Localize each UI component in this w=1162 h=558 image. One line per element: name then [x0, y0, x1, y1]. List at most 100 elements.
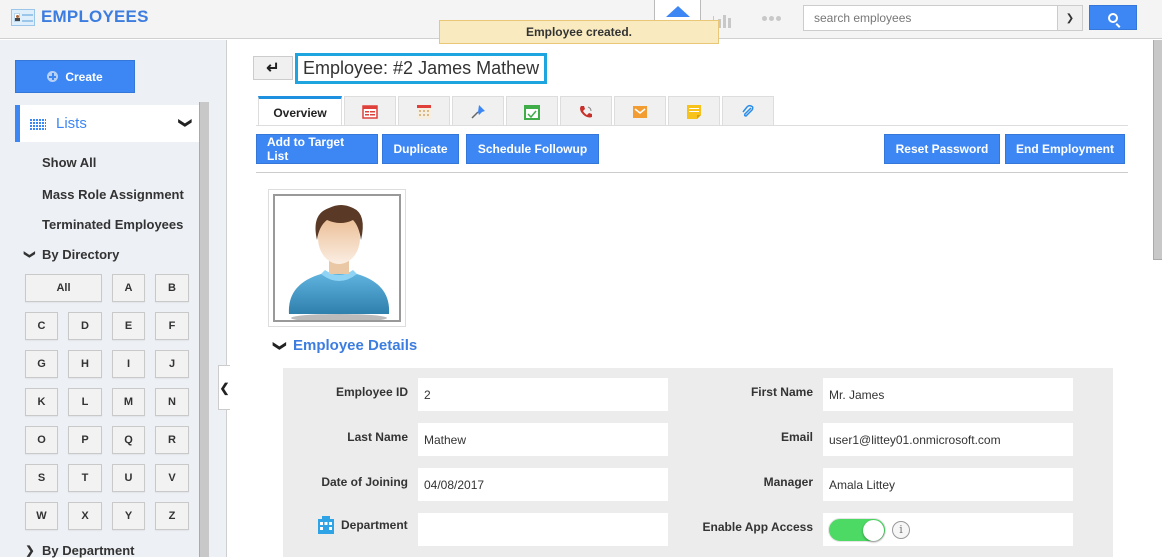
pin-icon: [471, 104, 485, 119]
directory-letter-j[interactable]: J: [155, 350, 189, 378]
directory-letter-k[interactable]: K: [25, 388, 58, 416]
plus-circle-icon: [47, 71, 59, 82]
chevron-down-icon: ❯: [23, 249, 36, 260]
back-arrow-icon: ↵: [266, 60, 280, 77]
sidebar: Create Lists ❯ Show All Mass Role Assign…: [0, 40, 227, 558]
attachment-icon: [742, 104, 754, 117]
home-icon: [665, 6, 690, 17]
tab-notes[interactable]: [668, 96, 720, 126]
tab-attachments[interactable]: [722, 96, 774, 126]
directory-letter-v[interactable]: V: [155, 464, 189, 492]
search-dropdown-toggle[interactable]: ❯: [1057, 6, 1082, 30]
directory-letter-i[interactable]: I: [112, 350, 145, 378]
directory-letter-d[interactable]: D: [68, 312, 102, 340]
add-to-target-list-button[interactable]: Add to Target List: [256, 134, 378, 164]
email-field[interactable]: user1@littey01.onmicrosoft.com: [823, 423, 1073, 456]
date-of-joining-label: Date of Joining: [321, 475, 408, 489]
directory-letter-t[interactable]: T: [68, 464, 102, 492]
first-name-label: First Name: [750, 385, 813, 399]
enable-app-access-cell: i: [823, 513, 1073, 546]
app-title[interactable]: EMPLOYEES: [11, 7, 149, 27]
directory-letter-all[interactable]: All: [25, 274, 102, 302]
email-icon: [633, 105, 647, 118]
end-employment-button[interactable]: End Employment: [1005, 134, 1125, 164]
sidebar-item-terminated-employees[interactable]: Terminated Employees: [42, 217, 183, 232]
tab-details[interactable]: [344, 96, 396, 126]
app-title-text: EMPLOYEES: [41, 7, 149, 26]
tab-email[interactable]: [614, 96, 666, 126]
department-label-group: Department: [317, 515, 408, 534]
directory-letter-a[interactable]: A: [112, 274, 145, 302]
by-department-toggle[interactable]: ❯ By Department: [24, 543, 134, 558]
by-directory-toggle[interactable]: ❯ By Directory: [23, 247, 120, 262]
search-input[interactable]: [804, 6, 1057, 30]
section-title: Employee Details: [293, 337, 418, 354]
create-button[interactable]: Create: [15, 60, 135, 93]
tab-tasks[interactable]: [506, 96, 558, 126]
lists-label: Lists: [56, 115, 87, 132]
directory-letter-s[interactable]: S: [25, 464, 58, 492]
sidebar-item-mass-role-assignment[interactable]: Mass Role Assignment: [42, 187, 184, 202]
directory-letter-l[interactable]: L: [68, 388, 102, 416]
employee-id-field[interactable]: 2: [418, 378, 668, 411]
sidebar-collapse-button[interactable]: ❮: [218, 365, 230, 410]
directory-letter-x[interactable]: X: [68, 502, 102, 530]
tabs-divider: [256, 125, 1128, 126]
directory-letter-m[interactable]: M: [112, 388, 145, 416]
directory-letter-p[interactable]: P: [68, 426, 102, 454]
directory-letter-g[interactable]: G: [25, 350, 58, 378]
chevron-down-icon: ❯: [1065, 12, 1075, 24]
tab-calls[interactable]: [560, 96, 612, 126]
department-field[interactable]: [418, 513, 668, 546]
directory-letter-z[interactable]: Z: [155, 502, 189, 530]
directory-letter-q[interactable]: Q: [112, 426, 145, 454]
email-label: Email: [780, 430, 813, 444]
search-box: ❯: [803, 5, 1083, 31]
search-button[interactable]: [1089, 5, 1137, 30]
avatar-icon: [288, 205, 390, 320]
note-icon: [687, 104, 701, 119]
info-icon[interactable]: i: [892, 520, 910, 539]
manager-field[interactable]: Amala Littey: [823, 468, 1073, 501]
calendar-icon: [417, 104, 431, 119]
task-icon: [524, 104, 540, 120]
actions-divider: [256, 172, 1128, 173]
department-label: Department: [341, 517, 408, 532]
directory-letter-u[interactable]: U: [112, 464, 145, 492]
directory-letter-f[interactable]: F: [155, 312, 189, 340]
sidebar-item-show-all[interactable]: Show All: [42, 155, 96, 170]
grid-icon: [30, 117, 46, 130]
tab-pin[interactable]: [452, 96, 504, 126]
date-of-joining-field[interactable]: 04/08/2017: [418, 468, 668, 501]
tab-calendar[interactable]: [398, 96, 450, 126]
reset-password-button[interactable]: Reset Password: [884, 134, 1000, 164]
directory-letter-o[interactable]: O: [25, 426, 58, 454]
chevron-down-icon: ❯: [273, 340, 288, 351]
directory-letter-h[interactable]: H: [68, 350, 102, 378]
create-label: Create: [65, 69, 103, 84]
last-name-field[interactable]: Mathew: [418, 423, 668, 456]
directory-letter-w[interactable]: W: [25, 502, 58, 530]
tab-overview[interactable]: Overview: [258, 96, 342, 126]
sidebar-scrollbar[interactable]: [199, 102, 209, 557]
more-icon[interactable]: [762, 16, 781, 21]
employee-details-header[interactable]: ❯ Employee Details: [273, 337, 418, 354]
lists-header[interactable]: Lists ❯: [15, 105, 199, 142]
first-name-field[interactable]: Mr. James: [823, 378, 1073, 411]
directory-letter-e[interactable]: E: [112, 312, 145, 340]
directory-letter-y[interactable]: Y: [112, 502, 145, 530]
directory-letter-n[interactable]: N: [155, 388, 189, 416]
directory-letter-b[interactable]: B: [155, 274, 189, 302]
main-scrollbar[interactable]: [1153, 40, 1162, 260]
schedule-followup-button[interactable]: Schedule Followup: [466, 134, 599, 164]
last-name-label: Last Name: [347, 430, 408, 444]
phone-icon: [580, 105, 592, 117]
duplicate-button[interactable]: Duplicate: [382, 134, 459, 164]
enable-app-access-label: Enable App Access: [702, 520, 813, 534]
back-button[interactable]: ↵: [253, 56, 293, 80]
employee-photo[interactable]: [268, 189, 406, 327]
directory-letter-r[interactable]: R: [155, 426, 189, 454]
employee-id-label: Employee ID: [335, 385, 408, 399]
directory-letter-c[interactable]: C: [25, 312, 58, 340]
enable-app-access-toggle[interactable]: [828, 517, 886, 542]
